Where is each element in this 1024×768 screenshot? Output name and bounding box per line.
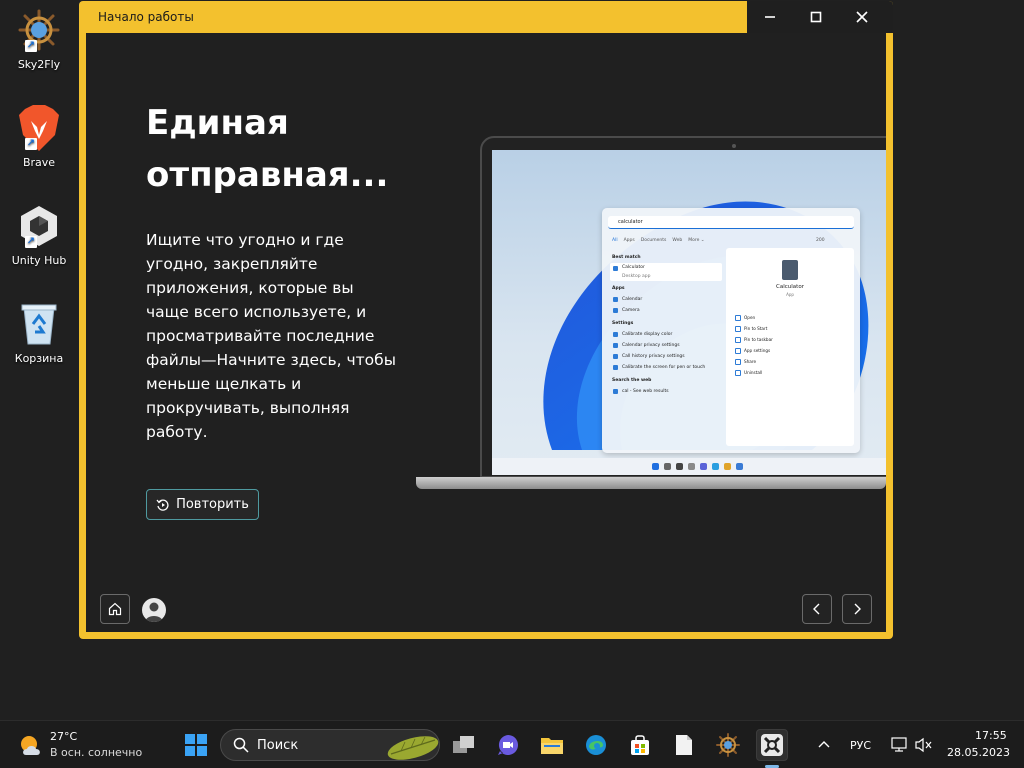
calculator-icon bbox=[782, 260, 798, 280]
repeat-button[interactable]: Повторить bbox=[146, 489, 259, 520]
minimize-icon bbox=[765, 16, 775, 18]
taskbar-store[interactable] bbox=[624, 729, 656, 761]
laptop-base bbox=[416, 477, 886, 489]
window-title: Начало работы bbox=[98, 10, 194, 24]
document-icon bbox=[676, 735, 692, 755]
laptop-illustration: calculator All Apps Documents Web More ⌄… bbox=[480, 136, 886, 478]
taskbar-search[interactable]: Поиск bbox=[220, 729, 440, 761]
desktop-icon-sky2fly[interactable]: ↗ Sky2Fly bbox=[4, 8, 74, 88]
speaker-muted-icon bbox=[915, 737, 932, 753]
volume-button[interactable] bbox=[908, 729, 940, 761]
taskbar-chat[interactable] bbox=[492, 729, 524, 761]
replay-icon bbox=[156, 499, 169, 511]
search-icon bbox=[233, 737, 249, 753]
task-view-icon bbox=[453, 736, 474, 753]
chevron-right-icon bbox=[854, 603, 861, 615]
minimize-button[interactable] bbox=[747, 1, 793, 33]
shortcut-arrow-icon: ↗ bbox=[25, 138, 37, 150]
taskbar-file-explorer[interactable] bbox=[536, 729, 568, 761]
page-heading: Единая отправная... bbox=[146, 103, 389, 195]
close-button[interactable] bbox=[839, 1, 885, 33]
desktop-icon-recycle-bin[interactable]: Корзина bbox=[4, 302, 74, 382]
get-started-window: Начало работы Единая отправная... Ищите … bbox=[79, 1, 893, 639]
title-bar[interactable]: Начало работы bbox=[79, 1, 893, 33]
mini-best-match: Calculator Desktop app bbox=[610, 263, 722, 281]
mini-taskbar bbox=[492, 458, 886, 475]
clock-time[interactable]: 17:55 bbox=[975, 729, 1007, 742]
mini-search-box: calculator bbox=[608, 216, 854, 229]
maximize-button[interactable] bbox=[793, 1, 839, 33]
start-search-panel: calculator All Apps Documents Web More ⌄… bbox=[602, 208, 860, 453]
user-avatar[interactable] bbox=[142, 598, 166, 622]
sun-cloud-icon bbox=[21, 736, 40, 755]
mini-actions: Open Pin to Start Pin to taskbar App set… bbox=[734, 312, 773, 378]
recycle-bin-icon bbox=[17, 302, 61, 346]
ship-wheel-icon: ↗ bbox=[17, 8, 61, 52]
input-language[interactable]: РУС bbox=[850, 739, 871, 752]
next-button[interactable] bbox=[842, 594, 872, 624]
taskbar-sky2fly[interactable] bbox=[712, 729, 744, 761]
taskbar-edge[interactable] bbox=[580, 729, 612, 761]
start-button[interactable] bbox=[180, 729, 212, 761]
taskbar-task-view[interactable] bbox=[448, 729, 480, 761]
ship-wheel-icon bbox=[716, 733, 740, 757]
windows-logo-icon bbox=[185, 734, 207, 756]
weather-widget[interactable]: 27°C В осн. солнечно bbox=[18, 730, 158, 762]
taskbar-get-started[interactable] bbox=[756, 729, 788, 761]
taskbar: 27°C В осн. солнечно Поиск РУС 17:55 28.… bbox=[0, 720, 1024, 768]
window-content: Единая отправная... Ищите что угодно и г… bbox=[86, 33, 886, 632]
mini-results-list: Best match Calculator Desktop app Apps C… bbox=[610, 250, 722, 397]
chevron-up-icon bbox=[818, 741, 830, 748]
chevron-left-icon bbox=[813, 603, 820, 615]
unity-cube-icon: ↗ bbox=[17, 204, 61, 248]
network-icon bbox=[891, 737, 907, 752]
mini-search-tabs: All Apps Documents Web More ⌄ bbox=[612, 238, 705, 243]
mini-preview-pane: Calculator App Open Pin to Start Pin to … bbox=[726, 248, 854, 446]
repeat-label: Повторить bbox=[176, 497, 249, 512]
desktop-icon-label: Sky2Fly bbox=[17, 58, 61, 71]
weather-temperature: 27°C bbox=[50, 730, 78, 743]
desktop-icon-label: Unity Hub bbox=[11, 254, 67, 267]
brave-lion-icon: ↗ bbox=[17, 105, 61, 151]
shortcut-arrow-icon: ↗ bbox=[25, 40, 37, 52]
weather-description: В осн. солнечно bbox=[50, 746, 143, 759]
laptop-screen: calculator All Apps Documents Web More ⌄… bbox=[492, 150, 886, 475]
store-bag-icon bbox=[631, 735, 649, 755]
mini-count: 200 bbox=[816, 238, 825, 243]
taskbar-notepad[interactable] bbox=[668, 729, 700, 761]
search-label: Поиск bbox=[257, 738, 299, 753]
desktop-icon-unity-hub[interactable]: ↗ Unity Hub bbox=[4, 204, 74, 284]
folder-icon bbox=[541, 738, 563, 754]
close-icon bbox=[856, 11, 868, 23]
search-highlight-leaf-icon bbox=[387, 736, 439, 760]
home-button[interactable] bbox=[100, 594, 130, 624]
previous-button[interactable] bbox=[802, 594, 832, 624]
maximize-icon bbox=[810, 11, 822, 23]
person-icon bbox=[145, 602, 163, 622]
shortcut-arrow-icon: ↗ bbox=[25, 236, 37, 248]
webcam-dot bbox=[732, 144, 736, 148]
clock-date[interactable]: 28.05.2023 bbox=[947, 746, 1010, 759]
get-started-icon bbox=[761, 734, 783, 756]
window-controls bbox=[747, 1, 893, 33]
desktop-icon-brave[interactable]: ↗ Brave bbox=[4, 105, 74, 186]
desktop-icon-label: Корзина bbox=[14, 352, 64, 365]
edge-browser-icon bbox=[586, 735, 606, 755]
home-icon bbox=[108, 602, 122, 616]
show-hidden-icons-button[interactable] bbox=[808, 729, 840, 761]
chat-camera-icon bbox=[498, 735, 518, 755]
page-description: Ищите что угодно и где угодно, закрепляй… bbox=[146, 231, 396, 441]
desktop-icon-label: Brave bbox=[22, 156, 56, 169]
